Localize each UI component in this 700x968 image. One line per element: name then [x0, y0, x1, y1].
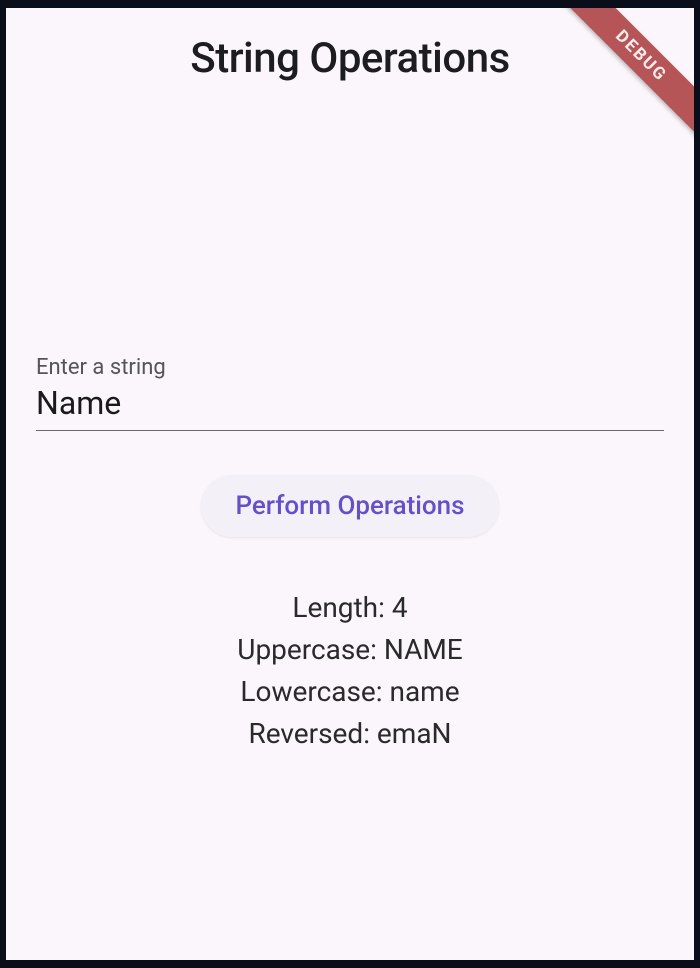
perform-operations-button[interactable]: Perform Operations	[201, 475, 498, 537]
result-lowercase: Lowercase: name	[6, 671, 694, 713]
input-label: Enter a string	[36, 355, 664, 380]
string-input[interactable]	[36, 382, 664, 431]
page-title: String Operations	[6, 34, 694, 83]
results-area: Length: 4 Uppercase: NAME Lowercase: nam…	[6, 587, 694, 755]
app-frame: String Operations Enter a string Perform…	[6, 8, 694, 960]
form-area: Enter a string	[6, 355, 694, 431]
result-reversed: Reversed: emaN	[6, 713, 694, 755]
result-length: Length: 4	[6, 587, 694, 629]
button-container: Perform Operations	[6, 475, 694, 537]
result-uppercase: Uppercase: NAME	[6, 629, 694, 671]
